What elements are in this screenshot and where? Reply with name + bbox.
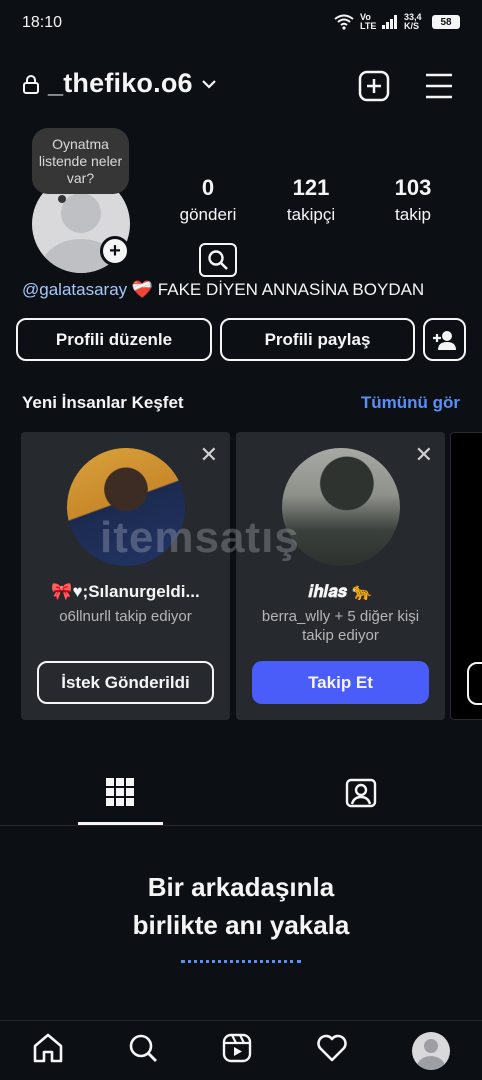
stat-value: 103: [394, 175, 432, 200]
lock-icon: [23, 74, 39, 94]
empty-state-title: Bir arkadaşınla birlikte anı yakala: [0, 868, 482, 944]
stat-label: takip: [395, 205, 431, 224]
wifi-icon: [334, 14, 354, 30]
bio: @galatasaray ❤️‍🩹 FAKE DİYEN ANNASİNA BO…: [22, 280, 424, 300]
chevron-down-icon: [201, 79, 216, 89]
nav-reels[interactable]: [222, 1033, 252, 1068]
note-bubble-tail: [58, 195, 66, 203]
edit-profile-button[interactable]: Profili düzenle: [16, 318, 212, 361]
empty-state-link[interactable]: [0, 953, 482, 965]
profile-tabs: [0, 760, 482, 826]
create-icon: [358, 70, 390, 102]
menu-button[interactable]: [424, 72, 454, 100]
username: _thefiko.o6: [48, 68, 193, 98]
suggestion-card[interactable]: ✕ 🎀♥;Sılanurgeldi... o6llnurll takip edi…: [21, 432, 230, 720]
tab-grid[interactable]: [106, 778, 134, 811]
suggestion-button-partial[interactable]: [467, 662, 482, 705]
home-icon: [33, 1033, 63, 1063]
suggestion-context: o6llnurll takip ediyor: [59, 608, 192, 625]
empty-line-2: birlikte anı yakala: [132, 910, 350, 940]
search-icon: [208, 250, 228, 270]
suggestion-card-partial[interactable]: [450, 432, 482, 720]
suggestion-name: 🎀♥;Sılanurgeldi...: [51, 582, 200, 601]
see-all-link[interactable]: Tümünü gör: [361, 393, 460, 413]
nav-home[interactable]: [32, 1033, 64, 1068]
bio-text: FAKE DİYEN ANNASİNA BOYDAN: [157, 280, 425, 299]
network-label: Vo LTE: [360, 12, 377, 31]
nav-profile-avatar[interactable]: [412, 1031, 450, 1070]
signal-icon: [382, 15, 397, 29]
status-icons: Vo LTE 33,4 K/S 58: [334, 13, 460, 31]
stat-following[interactable]: 103 takip: [368, 175, 458, 225]
bio-mention[interactable]: @galatasaray: [22, 280, 127, 299]
add-story-button[interactable]: +: [100, 236, 130, 266]
stat-value: 121: [292, 175, 330, 200]
battery-level: 58: [440, 16, 452, 28]
close-icon[interactable]: ✕: [415, 442, 433, 468]
grid-icon: [106, 778, 134, 806]
tab-active-indicator: [78, 822, 163, 825]
suggestion-context: berra_wlly + 5 diğer kişi takip ediyor: [261, 608, 420, 644]
search-icon: [129, 1034, 157, 1062]
menu-icon: [426, 73, 452, 99]
nav-activity[interactable]: [316, 1034, 348, 1067]
request-sent-button[interactable]: İstek Gönderildi: [37, 661, 214, 704]
note-bubble[interactable]: Oynatma listende neler var?: [32, 128, 129, 194]
nav-search[interactable]: [128, 1033, 158, 1068]
suggestion-card[interactable]: ✕ 𝒊𝒉𝒍𝒂𝒔 🐆 berra_wlly + 5 diğer kişi taki…: [236, 432, 445, 720]
suggestion-name: 𝒊𝒉𝒍𝒂𝒔 🐆: [308, 582, 373, 601]
battery-icon: 58: [432, 15, 460, 29]
search-button[interactable]: [199, 243, 237, 277]
discover-title: Yeni İnsanlar Keşfet: [22, 393, 184, 412]
create-button[interactable]: [358, 70, 390, 102]
stat-value: 0: [201, 175, 215, 200]
stat-label: gönderi: [179, 205, 237, 224]
tab-tagged[interactable]: [345, 776, 377, 813]
stat-posts[interactable]: 0 gönderi: [163, 175, 253, 225]
close-icon[interactable]: ✕: [200, 442, 218, 468]
status-time: 18:10: [22, 14, 63, 31]
follow-button[interactable]: Takip Et: [252, 661, 429, 704]
heart-icon: [317, 1034, 347, 1062]
share-profile-button[interactable]: Profili paylaş: [220, 318, 415, 361]
account-switcher[interactable]: _thefiko.o6: [22, 68, 217, 99]
speed-label: 33,4 K/S: [404, 12, 422, 31]
bottom-navigation: [0, 1020, 482, 1080]
watermark: itemsatış: [100, 513, 300, 562]
tagged-icon: [345, 778, 377, 808]
bio-heart: ❤️‍🩹: [131, 280, 154, 299]
empty-line-1: Bir arkadaşınla: [147, 872, 335, 902]
stat-followers[interactable]: 121 takipçi: [266, 175, 356, 225]
stat-label: takipçi: [286, 205, 336, 224]
reels-icon: [222, 1033, 252, 1063]
add-person-icon: [432, 330, 456, 350]
discover-people-button[interactable]: [423, 318, 466, 361]
